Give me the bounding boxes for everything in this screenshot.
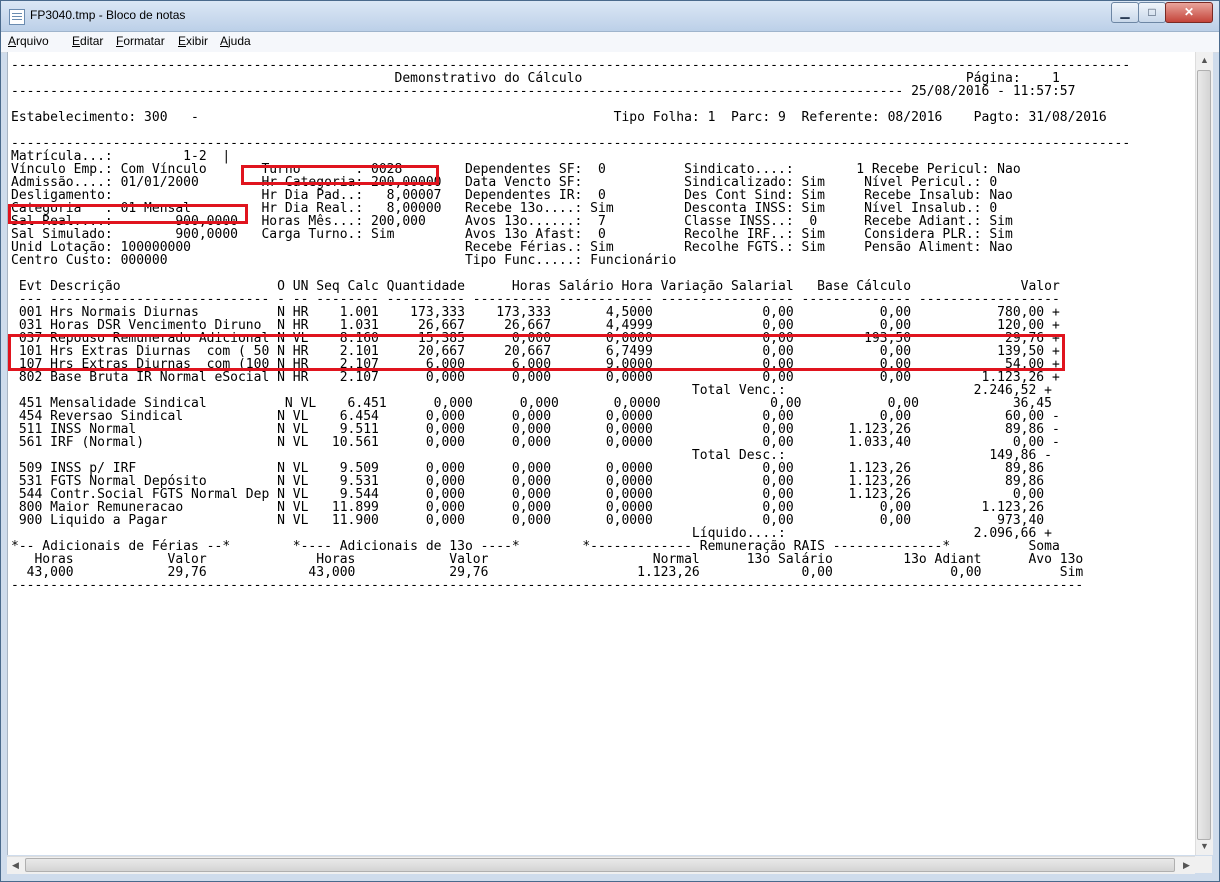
vertical-scroll-thumb[interactable] (1197, 70, 1211, 840)
resize-grip[interactable] (1195, 856, 1212, 873)
scroll-right-arrow-icon[interactable]: ▶ (1178, 857, 1195, 874)
menu-formatar[interactable]: Formatar (116, 34, 165, 48)
horizontal-scrollbar[interactable]: ◀ ▶ (7, 856, 1195, 874)
menu-exibir[interactable]: Exibir (178, 34, 208, 48)
minimize-button[interactable]: ▁ (1111, 2, 1139, 23)
menu-bar: Arquivo Editar Formatar Exibir Ajuda (1, 32, 1219, 53)
text-editor-area[interactable]: ----------------------------------------… (7, 52, 1196, 855)
scroll-down-arrow-icon[interactable]: ▼ (1196, 838, 1213, 855)
scroll-left-arrow-icon[interactable]: ◀ (7, 857, 24, 874)
document-text[interactable]: ----------------------------------------… (11, 59, 1130, 592)
maximize-button[interactable]: □ (1138, 2, 1166, 23)
scroll-up-arrow-icon[interactable]: ▲ (1196, 52, 1213, 69)
menu-ajuda[interactable]: Ajuda (220, 34, 251, 48)
close-button[interactable]: ✕ (1165, 2, 1213, 23)
notepad-icon (9, 9, 25, 25)
title-bar[interactable]: FP3040.tmp - Bloco de notas ▁ □ ✕ (1, 1, 1219, 32)
horizontal-scroll-thumb[interactable] (25, 858, 1175, 872)
vertical-scrollbar[interactable]: ▲ ▼ (1195, 52, 1213, 855)
menu-arquivo[interactable]: Arquivo (8, 34, 49, 48)
window-title: FP3040.tmp - Bloco de notas (30, 8, 186, 22)
menu-editar[interactable]: Editar (72, 34, 103, 48)
